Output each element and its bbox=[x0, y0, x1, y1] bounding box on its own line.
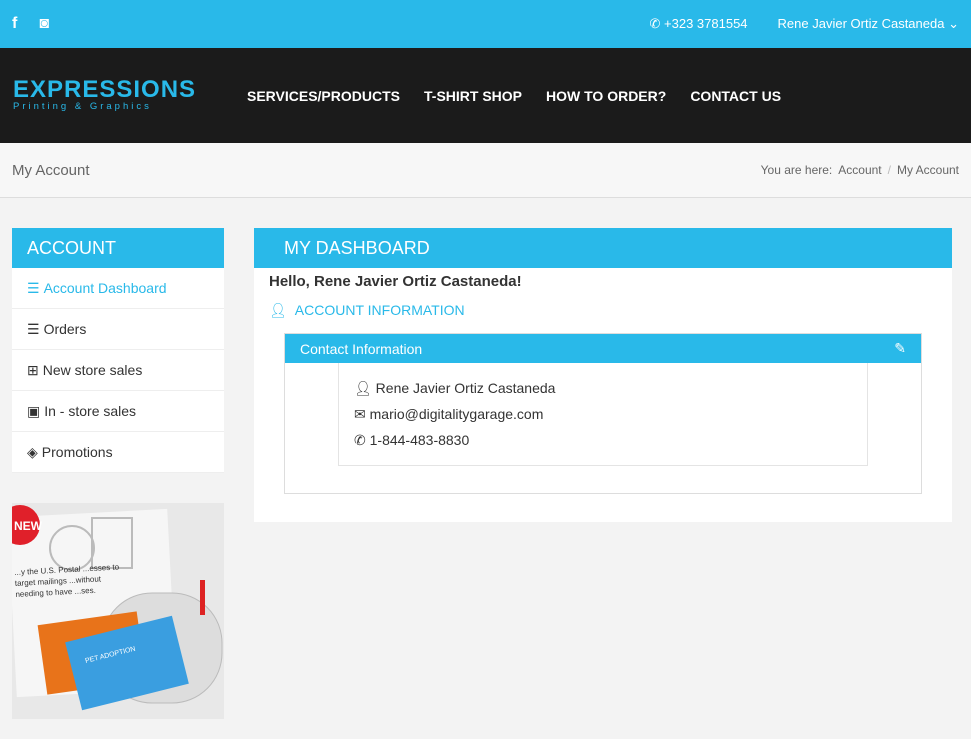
facebook-icon[interactable]: f bbox=[12, 15, 17, 33]
contact-information-title: Contact Information bbox=[300, 340, 423, 357]
sidebar-title: ACCOUNT bbox=[12, 228, 224, 268]
tag-icon: ◈ bbox=[27, 443, 38, 460]
contact-name: 👤︎ Rene Javier Ortiz Castaneda bbox=[354, 375, 852, 401]
contact-name-text: Rene Javier Ortiz Castaneda bbox=[375, 380, 556, 396]
nav-services[interactable]: SERVICES/PRODUCTS bbox=[247, 88, 400, 104]
account-sidebar: ACCOUNT ☰ Account Dashboard ☰ Orders ⊞ New … bbox=[12, 228, 224, 473]
breadcrumb-my-account: My Account bbox=[896, 163, 959, 177]
greeting: Hello, Rene Javier Ortiz Castaneda! bbox=[269, 273, 522, 290]
sidebar-item-label: Orders bbox=[43, 321, 87, 337]
sidebar-item-label: Promotions bbox=[41, 444, 113, 460]
account-information-label: ACCOUNT INFORMATION bbox=[294, 302, 465, 318]
contact-phone: ✆ 1-844-483-8830 bbox=[354, 427, 852, 453]
main-nav: EXPRESSIONS Printing & Graphics SERVICES… bbox=[0, 48, 971, 143]
list-icon: ☰ bbox=[27, 320, 40, 337]
breadcrumb: You are here: Account / My Account bbox=[761, 163, 959, 177]
sidebar-item-in-store-sales[interactable]: ▣ In - store sales bbox=[12, 391, 224, 432]
promo-text: ...y the U.S. Postal ...esses to target … bbox=[14, 562, 120, 599]
nav-how-to-order[interactable]: HOW TO ORDER? bbox=[546, 88, 666, 104]
user-icon: 👤︎ bbox=[269, 302, 287, 318]
contact-email: ✉ mario@digitalitygarage.com bbox=[354, 401, 852, 427]
dashboard-title: MY DASHBOARD bbox=[254, 228, 952, 268]
sidebar-item-promotions[interactable]: ◈ Promotions bbox=[12, 432, 224, 473]
top-bar: f ◙ ✆ +323 3781554 Rene Javier Ortiz Cas… bbox=[0, 0, 971, 48]
phone-text: +323 3781554 bbox=[664, 16, 748, 31]
sidebar-item-label: In - store sales bbox=[44, 403, 137, 419]
contact-phone-text: 1-844-483-8830 bbox=[369, 432, 470, 448]
page-title: My Account bbox=[12, 161, 90, 179]
sidebar-item-dashboard[interactable]: ☰ Account Dashboard bbox=[12, 268, 224, 309]
promo-image[interactable]: NEW PET ADOPTION ...y the U.S. Postal ..… bbox=[12, 503, 224, 719]
plus-square-icon: ⊞ bbox=[27, 361, 39, 378]
sidebar-item-label: New store sales bbox=[42, 362, 143, 378]
edit-icon[interactable]: ✎ bbox=[894, 340, 906, 357]
user-menu[interactable]: Rene Javier Ortiz Castaneda ⌄ bbox=[778, 16, 959, 32]
sidebar-item-new-store-sales[interactable]: ⊞ New store sales bbox=[12, 350, 224, 391]
contact-email-text: mario@digitalitygarage.com bbox=[369, 406, 544, 422]
account-information-link[interactable]: 👤︎ ACCOUNT INFORMATION bbox=[269, 302, 952, 319]
phone-number: ✆ +323 3781554 bbox=[650, 16, 748, 32]
user-icon: 👤︎ bbox=[354, 380, 372, 396]
instagram-icon[interactable]: ◙ bbox=[39, 15, 49, 33]
envelope-icon: ✉ bbox=[354, 406, 366, 422]
sidebar-item-label: Account Dashboard bbox=[43, 280, 167, 296]
title-bar: My Account You are here: Account / My Acc… bbox=[0, 143, 971, 198]
nav-contact[interactable]: CONTACT US bbox=[690, 88, 781, 104]
dashboard-panel: MY DASHBOARD Hello, Rene Javier Ortiz Ca… bbox=[254, 228, 952, 522]
money-icon: ▣ bbox=[27, 402, 41, 419]
contact-information-box: Contact Information ✎ 👤︎ Rene Javier Orti… bbox=[284, 333, 922, 494]
phone-icon: ✆ bbox=[649, 16, 665, 31]
list-icon: ☰ bbox=[27, 279, 40, 296]
logo[interactable]: EXPRESSIONS Printing & Graphics bbox=[13, 76, 223, 113]
mailbox-illustration: NEW PET ADOPTION bbox=[12, 505, 223, 711]
breadcrumb-prefix: You are here: bbox=[760, 163, 833, 177]
user-name: Rene Javier Ortiz Castaneda bbox=[777, 16, 945, 31]
chevron-down-icon: ⌄ bbox=[948, 16, 959, 31]
sidebar-item-orders[interactable]: ☰ Orders bbox=[12, 309, 224, 350]
phone-icon: ✆ bbox=[354, 432, 366, 448]
new-badge: NEW bbox=[14, 519, 43, 533]
breadcrumb-account[interactable]: Account bbox=[838, 163, 881, 177]
breadcrumb-separator: / bbox=[887, 163, 891, 177]
logo-title: EXPRESSIONS bbox=[13, 76, 197, 103]
nav-tshirt-shop[interactable]: T-SHIRT SHOP bbox=[424, 88, 522, 104]
